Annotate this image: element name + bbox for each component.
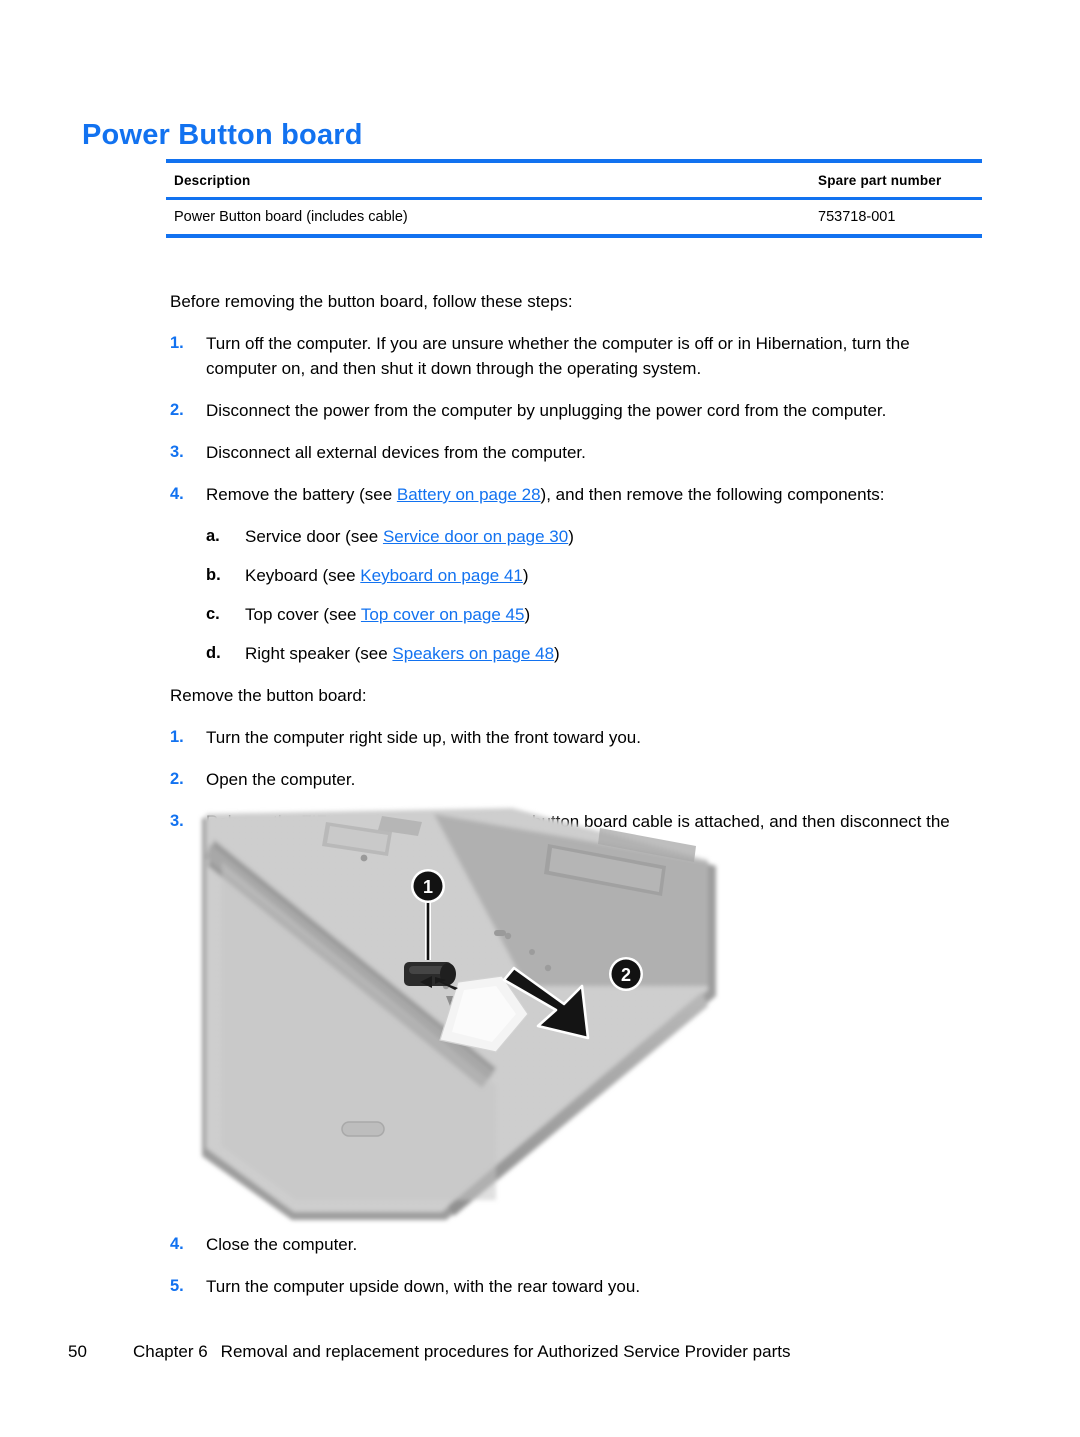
component-item-d: d. Right speaker (see Speakers on page 4…	[206, 641, 985, 666]
prep-step-3: 3. Disconnect all external devices from …	[170, 440, 985, 465]
prep-step-4-remove-battery: 4. Remove the battery (see Battery on pa…	[170, 482, 985, 507]
remove-step-1: 1. Turn the computer right side up, with…	[170, 725, 985, 750]
cell-description: Power Button board (includes cable)	[174, 209, 408, 225]
table-rule-bottom	[166, 234, 982, 238]
component-item-c: c. Top cover (see Top cover on page 45)	[206, 602, 985, 627]
step-text: Disconnect all external devices from the…	[206, 443, 586, 462]
link-top-cover-on-page-45[interactable]: Top cover on page 45	[361, 605, 525, 624]
substep-text-suffix: )	[524, 605, 531, 624]
column-header-spare-part-number: Spare part number	[818, 172, 942, 188]
step-marker: 4.	[170, 485, 184, 503]
figure-top-cover-zif-connector: 1 2	[196, 800, 752, 1232]
step-marker: 3.	[170, 443, 184, 461]
substep-text-suffix: )	[568, 527, 574, 546]
substep-text-prefix: Service door (see	[245, 527, 383, 546]
footer-chapter: Chapter 6	[133, 1342, 208, 1361]
step-text: Close the computer.	[206, 1235, 358, 1254]
substep-marker: d.	[206, 644, 221, 662]
column-header-description: Description	[174, 172, 251, 188]
table-row: Power Button board (includes cable) 7537…	[166, 200, 982, 234]
top-cover-illustration: 1 2	[202, 808, 716, 1220]
cell-spare-part-number: 753718-001	[818, 209, 896, 225]
callout-2-label: 2	[621, 965, 631, 985]
substep-marker: a.	[206, 527, 220, 545]
step-text: Turn the computer upside down, with the …	[206, 1277, 641, 1296]
step-marker: 4.	[170, 1235, 184, 1253]
step-marker: 2.	[170, 770, 184, 788]
step-marker: 5.	[170, 1277, 184, 1295]
step-marker: 1.	[170, 728, 184, 746]
remove-intro-paragraph: Remove the button board:	[170, 686, 367, 705]
footer-chapter-title: Removal and replacement procedures for A…	[220, 1342, 791, 1361]
link-keyboard-on-page-41[interactable]: Keyboard on page 41	[360, 566, 523, 585]
substep-marker: b.	[206, 566, 221, 584]
substep-text-prefix: Right speaker (see	[245, 644, 393, 663]
callout-1-label: 1	[423, 877, 433, 897]
page-title: Power Button board	[82, 119, 363, 152]
step-marker: 1.	[170, 334, 184, 352]
prep-step-1: 1. Turn off the computer. If you are uns…	[170, 331, 985, 381]
body-content: Before removing the button board, follow…	[0, 272, 1080, 876]
step-text: Open the computer.	[206, 770, 356, 789]
substep-marker: c.	[206, 605, 220, 623]
table-header-row: Description Spare part number	[166, 163, 982, 197]
link-speakers-on-page-48[interactable]: Speakers on page 48	[392, 644, 554, 663]
link-service-door-on-page-30[interactable]: Service door on page 30	[383, 527, 568, 546]
tail-steps: 4. Close the computer. 5. Turn the compu…	[0, 1232, 1080, 1316]
step-text: Turn the computer right side up, with th…	[206, 728, 641, 747]
component-item-b: b. Keyboard (see Keyboard on page 41)	[206, 563, 985, 588]
link-battery-on-page-28[interactable]: Battery on page 28	[397, 485, 541, 504]
footer-text: Chapter 6 Removal and replacement procedu…	[133, 1341, 790, 1363]
speaker-slot	[341, 1121, 385, 1137]
callout-2: 2	[609, 957, 643, 991]
tail-step-4: 4. Close the computer.	[170, 1232, 985, 1257]
step-marker: 2.	[170, 401, 184, 419]
remove-step-2: 2. Open the computer.	[170, 767, 985, 792]
document-page: Power Button board Description Spare par…	[0, 0, 1080, 1437]
substep-text-suffix: )	[554, 644, 560, 663]
substep-text-prefix: Top cover (see	[245, 605, 361, 624]
step-marker: 3.	[170, 812, 184, 830]
intro-paragraph: Before removing the button board, follow…	[170, 292, 573, 311]
footer-page-number: 50	[68, 1342, 87, 1361]
step-text-prefix: Remove the battery (see	[206, 485, 397, 504]
substep-text-suffix: )	[522, 566, 529, 585]
tail-step-5: 5. Turn the computer upside down, with t…	[170, 1274, 985, 1299]
prep-step-2: 2. Disconnect the power from the compute…	[170, 398, 985, 423]
component-item-a: a. Service door (see Service door on pag…	[206, 524, 985, 549]
step-text: Disconnect the power from the computer b…	[206, 401, 887, 420]
spec-table: Description Spare part number Power Butt…	[166, 159, 982, 238]
substep-text-prefix: Keyboard (see	[245, 566, 361, 585]
step-text-suffix: ), and then remove the following compone…	[540, 485, 885, 504]
step-text: Turn off the computer. If you are unsure…	[206, 334, 910, 378]
